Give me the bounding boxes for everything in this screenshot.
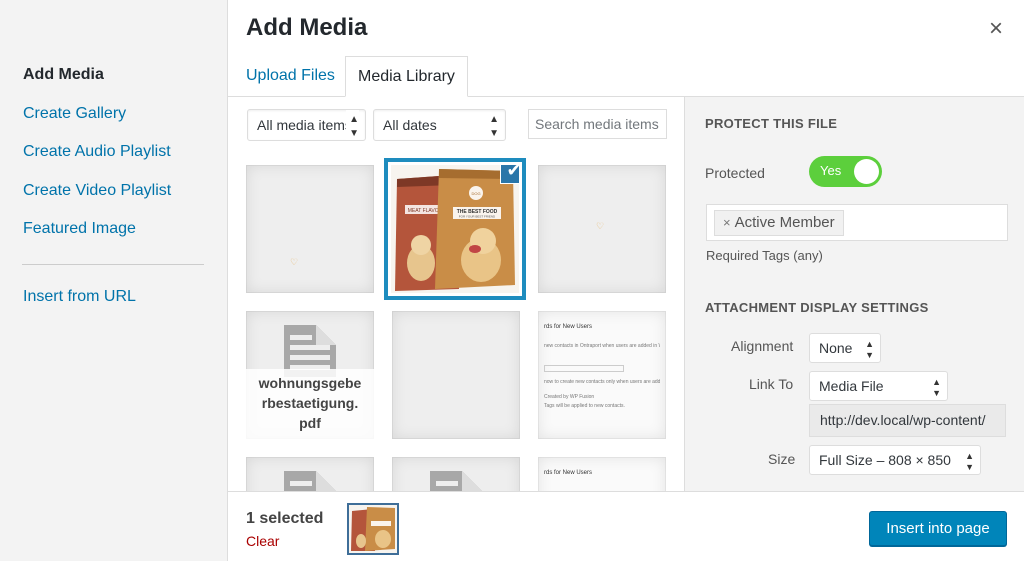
media-item-document[interactable]: wohnungsgebe rbestaetigung. pdf [246, 311, 374, 439]
menu-separator [22, 264, 204, 265]
menu-item-featured-image[interactable]: Featured Image [23, 220, 136, 238]
protected-label: Protected [705, 165, 765, 181]
filename-line: wohnungsgebe [258, 375, 362, 391]
attachment-details-sidebar: PROTECT THIS FILE Protected Yes × Active … [684, 97, 1024, 491]
checkmark-icon[interactable]: ✔ [501, 165, 519, 183]
menu-item-create-audio-playlist[interactable]: Create Audio Playlist [23, 143, 171, 161]
size-value: Full Size – 808 × 850 [819, 452, 951, 468]
media-item-document[interactable] [392, 457, 520, 491]
media-item-attachment[interactable] [392, 311, 520, 439]
alignment-select[interactable]: None ▲ ▼ [809, 333, 881, 363]
tab-media-library[interactable]: Media Library [345, 56, 468, 97]
media-toolbar-bottom: 1 selected Clear Insert into page [228, 491, 1024, 561]
screenshot-text: new contacts in Ontraport when users are… [544, 343, 660, 349]
screenshot-text: now to create new contacts only when use… [544, 379, 660, 385]
filename-line: pdf [299, 415, 321, 431]
menu-item-add-media[interactable]: Add Media [23, 66, 104, 84]
selected-thumbnail[interactable] [347, 503, 399, 555]
media-frame-menu: Add Media Create Gallery Create Audio Pl… [0, 0, 228, 561]
screenshot-text: Tags will be applied to new contacts. [544, 403, 625, 409]
filename-line: rbestaetigung. [261, 395, 359, 411]
screenshot-preview: rds for New Users [538, 457, 666, 491]
media-item-selected[interactable]: MEAT FLAVOR DOG THE BEST FOOD FOR YOUR B… [391, 165, 519, 293]
brand-label: DOG [471, 191, 480, 196]
logo-mark-icon: ♡ [290, 257, 299, 267]
select-arrows-icon: ▲ ▼ [965, 451, 974, 472]
alignment-label: Alignment [731, 338, 794, 354]
logo-mark-icon: ♡ [596, 221, 605, 231]
protected-toggle[interactable]: Yes [809, 156, 882, 187]
link-to-label: Link To [749, 376, 794, 392]
media-grid: ♡ MEAT FLAVOR DOG THE BEST FOOD FOR YOUR… [228, 97, 684, 491]
right-bag-sublabel: FOR YOUR BEST FRIEND [459, 215, 496, 219]
tab-upload-files[interactable]: Upload Files [234, 56, 347, 97]
clear-selection-link[interactable]: Clear [246, 533, 279, 549]
required-tags-input[interactable]: × Active Member [706, 204, 1008, 241]
required-tags-help: Required Tags (any) [706, 248, 823, 263]
size-label: Size [768, 451, 796, 467]
left-bag-label: MEAT FLAVOR [408, 208, 443, 214]
media-item-attachment[interactable]: ♡ [246, 165, 374, 293]
size-select[interactable]: Full Size – 808 × 850 ▲ ▼ [809, 445, 981, 475]
toggle-knob [854, 159, 879, 184]
protect-file-heading: PROTECT THIS FILE [705, 116, 838, 131]
screenshot-preview: rds for New Users new contacts in Ontrap… [538, 311, 666, 439]
tag-chip[interactable]: × Active Member [714, 210, 844, 236]
toggle-state-label: Yes [820, 163, 842, 178]
document-filename: wohnungsgebe rbestaetigung. pdf [246, 369, 374, 439]
screenshot-heading: rds for New Users [544, 324, 593, 330]
menu-item-insert-from-url[interactable]: Insert from URL [23, 288, 136, 306]
insert-into-page-button[interactable]: Insert into page [869, 511, 1007, 546]
media-item-screenshot[interactable]: rds for New Users [538, 457, 666, 491]
tag-chip-label: Active Member [734, 214, 835, 231]
close-icon[interactable]: × [981, 14, 1011, 44]
document-icon [284, 471, 336, 491]
document-icon [430, 471, 482, 491]
attachment-url-field[interactable]: http://dev.local/wp-content/ [809, 404, 1006, 437]
link-to-select[interactable]: Media File ▲ ▼ [809, 371, 948, 401]
modal-title: Add Media [246, 14, 368, 41]
link-to-value: Media File [819, 378, 884, 394]
menu-item-create-video-playlist[interactable]: Create Video Playlist [23, 182, 171, 200]
selected-product-thumb [349, 505, 397, 553]
display-settings-heading: ATTACHMENT DISPLAY SETTINGS [705, 300, 929, 315]
media-item-attachment[interactable]: ♡ [538, 165, 666, 293]
media-item-document[interactable] [246, 457, 374, 491]
menu-item-create-gallery[interactable]: Create Gallery [23, 105, 126, 123]
product-image: MEAT FLAVOR DOG THE BEST FOOD FOR YOUR B… [391, 165, 519, 293]
screenshot-text: Created by WP Fusion [544, 394, 595, 400]
selection-count: 1 selected [246, 510, 324, 527]
remove-tag-icon[interactable]: × [723, 215, 731, 230]
select-arrows-icon: ▲ ▼ [865, 339, 874, 360]
select-arrows-icon: ▲ ▼ [932, 377, 941, 398]
screenshot-heading: rds for New Users [544, 470, 593, 476]
media-item-screenshot[interactable]: rds for New Users new contacts in Ontrap… [538, 311, 666, 439]
alignment-value: None [819, 340, 853, 356]
